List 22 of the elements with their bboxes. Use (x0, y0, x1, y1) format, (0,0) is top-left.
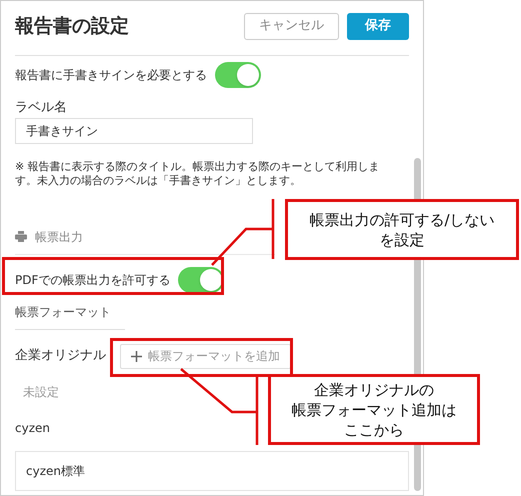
callout-text: を設定 (380, 230, 424, 250)
callout-text: ここから (344, 420, 404, 440)
leader-line (210, 199, 276, 267)
signature-label: 報告書に手書きサインを必要とする (15, 67, 207, 84)
section-title: 帳票出力 (35, 228, 83, 246)
callout-text: 帳票出力の許可する/しない (309, 210, 495, 230)
format-tab[interactable]: 帳票フォーマット (15, 302, 125, 330)
cyzen-label: cyzen (15, 420, 50, 434)
company-label: 企業オリジナル (15, 347, 106, 366)
help-note: ※ 報告書に表示する際のタイトル。帳票出力する際のキーとして利用します。未入力の場合のラベルは「手書きサイン」とします。 (15, 160, 381, 188)
label-input-field[interactable]: 手書きサイン (15, 118, 253, 144)
toggle-switch[interactable] (215, 62, 261, 88)
empty-state-text: 未設定 (23, 384, 59, 398)
field-label: ラベル名 (15, 99, 68, 117)
callout-text: 帳票フォーマット追加は (292, 400, 456, 420)
pdf-permission-label: PDFでの帳票出力を許可する (15, 272, 170, 288)
cancel-button[interactable]: キャンセル (244, 12, 339, 40)
printer-icon (15, 231, 27, 242)
callout-text: 企業オリジナルの (314, 380, 434, 400)
panel-title: 報告書の設定 (15, 14, 129, 39)
plus-icon (131, 350, 142, 362)
format-list-item[interactable]: cyzen標準 (15, 450, 409, 490)
